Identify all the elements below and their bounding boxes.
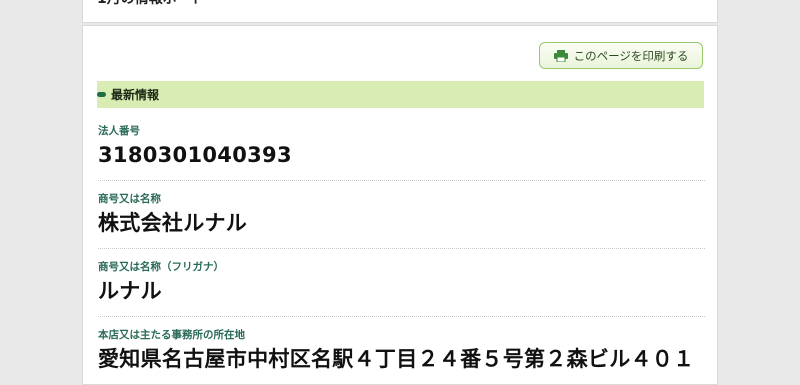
field-corporate-number: 法人番号 3180301040393 xyxy=(98,124,705,169)
field-trade-name-kana: 商号又は名称（フリガナ） ルナル xyxy=(98,260,705,305)
field-trade-name: 商号又は名称 株式会社ルナル xyxy=(98,192,705,237)
field-value: ルナル xyxy=(98,279,162,303)
section-marker-icon xyxy=(97,92,106,97)
field-label: 商号又は名称 xyxy=(98,193,161,205)
field-value: 株式会社ルナル xyxy=(98,211,248,235)
latest-info-header: 最新情報 xyxy=(97,81,704,108)
previous-section-heading: 1月の情報ボード xyxy=(97,0,205,8)
print-page-label: このページを印刷する xyxy=(573,48,689,63)
latest-info-title: 最新情報 xyxy=(111,88,160,102)
field-label: 法人番号 xyxy=(98,125,140,137)
field-label: 商号又は名称（フリガナ） xyxy=(98,261,224,273)
corporate-info-card: このページを印刷する 最新情報 法人番号 3180301040393 商号又は名… xyxy=(82,25,718,385)
field-value: 3180301040393 xyxy=(98,143,292,167)
field-label: 本店又は主たる事務所の所在地 xyxy=(98,329,245,341)
printer-icon xyxy=(553,49,568,62)
field-value: 愛知県名古屋市中村区名駅４丁目２４番５号第２森ビル４０１ xyxy=(98,347,695,371)
print-page-button[interactable]: このページを印刷する xyxy=(539,42,703,69)
previous-section-card: 1月の情報ボード xyxy=(82,0,718,23)
field-head-office-address: 本店又は主たる事務所の所在地 愛知県名古屋市中村区名駅４丁目２４番５号第２森ビル… xyxy=(98,328,705,373)
